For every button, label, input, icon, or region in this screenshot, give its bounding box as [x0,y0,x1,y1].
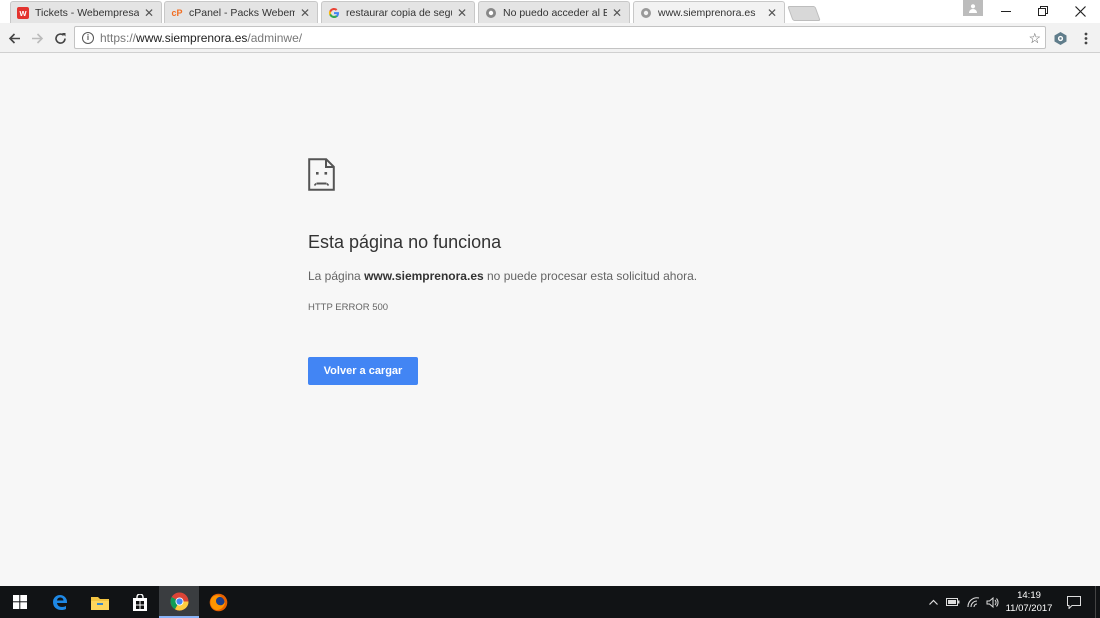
url-path: /adminwe/ [247,30,303,45]
error-description: La página www.siemprenora.es no puede pr… [308,269,697,283]
arrow-left-icon [8,32,20,44]
extension-eye-icon [1054,31,1066,45]
tab-siemprenora[interactable]: www.siemprenora.es ✕ [633,1,785,24]
tab-title: cPanel - Packs Webempresa [189,6,295,19]
tab-strip: w Tickets - Webempresa Eu ✕ cP cPanel - … [0,0,1100,24]
tray-battery[interactable] [944,586,962,618]
clock-date: 11/07/2017 [1005,603,1053,614]
google-icon [328,7,340,19]
taskbar-clock[interactable]: 14:19 11/07/2017 [1003,589,1055,615]
tab-cpanel[interactable]: cP cPanel - Packs Webempresa ✕ [164,1,318,23]
tab-title: www.siemprenora.es [658,7,756,19]
close-icon[interactable]: ✕ [766,6,778,20]
close-window-button[interactable] [1062,0,1098,22]
close-icon[interactable]: ✕ [299,6,311,20]
close-icon [1074,5,1086,17]
reload-toolbar-button[interactable] [49,27,71,49]
browser-toolbar: i https://www.siemprenora.es/adminwe/ ☆ [0,23,1100,53]
chevron-up-icon [928,599,938,605]
more-vert-icon [1084,32,1088,44]
restore-icon [1038,6,1048,16]
firefox-icon [209,593,227,611]
tab-google-search[interactable]: restaurar copia de seguridad ✕ [321,1,475,23]
tab-forum-backend[interactable]: No puedo acceder al Backend ✕ [478,1,630,23]
start-button[interactable] [0,586,40,618]
error-title: Esta página no funciona [308,232,502,252]
bookmark-star-icon[interactable]: ☆ [1028,30,1041,47]
person-icon [969,4,977,13]
forum-icon [485,7,497,19]
info-icon[interactable]: i [82,31,94,44]
sad-page-icon [308,158,335,191]
url-host: www.siemprenora.es [136,30,248,45]
error-desc-suffix: no puede procesar esta solicitud ahora. [483,269,698,283]
windows-start-icon [13,595,27,609]
file-explorer-icon [91,596,109,610]
url-scheme: https:// [100,30,137,45]
tray-network[interactable] [964,586,982,618]
taskbar-store[interactable] [120,586,160,618]
address-bar[interactable]: i https://www.siemprenora.es/adminwe/ ☆ [74,26,1046,49]
reload-icon [54,32,66,44]
error-code: HTTP ERROR 500 [308,302,389,313]
windows-taskbar: 14:19 11/07/2017 [0,586,1100,618]
menu-button[interactable] [1075,27,1097,49]
minimize-button[interactable] [988,0,1024,22]
minimize-icon [1001,10,1011,12]
clock-time: 14:19 [1017,590,1041,601]
page-content: Esta página no funciona La página www.si… [0,54,1100,586]
tab-title: No puedo acceder al Backend [503,6,607,19]
chrome-icon [169,592,188,611]
error-desc-host: www.siemprenora.es [364,269,484,283]
tray-overflow-button[interactable] [925,586,941,618]
taskbar-file-explorer[interactable] [80,586,120,618]
show-desktop-button[interactable] [1095,586,1100,618]
reload-button[interactable]: Volver a cargar [308,357,418,385]
restore-button[interactable] [1025,0,1061,22]
tab-title: Tickets - Webempresa Eu [35,6,139,19]
close-icon[interactable]: ✕ [456,6,468,20]
battery-icon [946,598,960,606]
taskbar-edge[interactable] [40,586,80,618]
store-icon [133,593,147,611]
taskbar-chrome[interactable] [159,586,199,618]
error-desc-prefix: La página [308,269,365,283]
close-icon[interactable]: ✕ [143,6,155,20]
edge-icon [53,595,67,610]
forward-button[interactable] [26,27,48,49]
new-tab-button[interactable] [787,6,821,21]
extension-button[interactable] [1049,27,1071,49]
tab-title: restaurar copia de seguridad [346,6,452,19]
close-icon[interactable]: ✕ [611,6,623,20]
notification-icon [1067,595,1081,609]
tray-volume[interactable] [983,586,1001,618]
webempresa-icon: w [17,6,29,19]
tab-webempresa-tickets[interactable]: w Tickets - Webempresa Eu ✕ [10,1,162,23]
page-icon [640,7,652,19]
wifi-icon [966,596,979,607]
arrow-right-icon [31,32,43,44]
cpanel-icon: cP [171,7,183,18]
back-button[interactable] [3,27,25,49]
profile-button[interactable] [963,0,983,16]
action-center-button[interactable] [1062,586,1086,618]
taskbar-firefox[interactable] [198,586,238,618]
speaker-icon [986,596,998,608]
